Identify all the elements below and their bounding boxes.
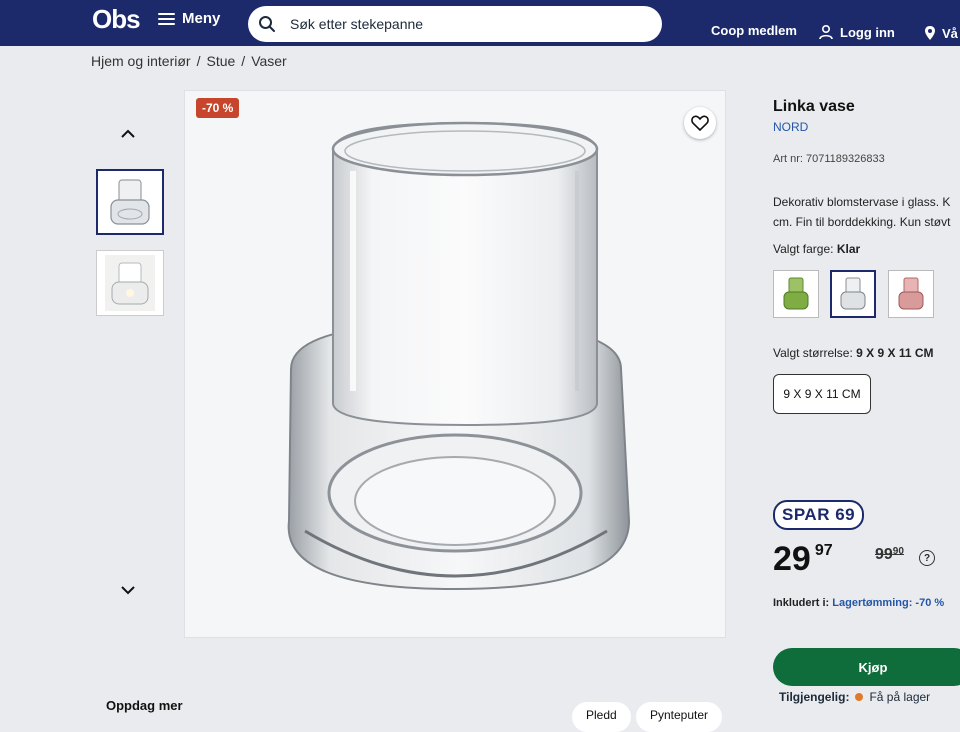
thumbnail-2[interactable]	[96, 250, 164, 316]
campaign-link[interactable]: Lagertømming: -70 %	[832, 597, 944, 609]
search-bar[interactable]	[248, 6, 662, 42]
price-main: 29	[773, 540, 811, 578]
stock-status-dot-icon	[855, 693, 864, 701]
description-line-2: cm. Fin til borddekking. Kun støvt	[773, 215, 951, 229]
coop-member-link[interactable]: Coop medlem	[711, 23, 797, 38]
discount-badge: -70 %	[196, 98, 240, 118]
product-name: Linka vase	[773, 98, 855, 115]
color-swatch-green[interactable]	[773, 270, 819, 318]
selected-size-label: Valgt størrelse: 9 X 9 X 11 CM	[773, 346, 934, 360]
color-swatch-clear[interactable]	[830, 270, 876, 318]
store-selector[interactable]: Vå	[924, 25, 958, 41]
discover-more-heading: Oppdag mer	[106, 698, 183, 713]
store-label: Vå	[942, 25, 958, 41]
color-swatch-pink[interactable]	[888, 270, 934, 318]
obs-logo[interactable]: Obs	[92, 4, 141, 35]
buy-button[interactable]: Kjøp	[773, 648, 960, 686]
pink-vase-swatch-image	[898, 277, 924, 310]
thumbnail-down-button[interactable]	[115, 580, 141, 600]
vase-lifestyle-thumbnail-image	[105, 255, 155, 311]
favorite-button[interactable]	[684, 107, 716, 139]
breadcrumb-home[interactable]: Hjem og interiør	[91, 53, 191, 69]
search-icon	[259, 16, 275, 32]
availability-status: Tilgjengelig: Få på lager	[779, 690, 930, 704]
color-label-text: Valgt farge:	[773, 242, 834, 256]
clear-vase-swatch-image	[840, 277, 866, 310]
availability-label: Tilgjengelig:	[779, 690, 850, 704]
thumbnail-up-button[interactable]	[115, 124, 141, 144]
menu-label: Meny	[182, 10, 221, 27]
price-info-icon[interactable]: ?	[919, 550, 935, 566]
article-number: Art nr: 7071189326833	[773, 153, 885, 165]
breadcrumb-separator: /	[241, 53, 246, 69]
old-price-main: 99	[875, 546, 893, 563]
search-input[interactable]	[288, 15, 632, 33]
breadcrumb-stue[interactable]: Stue	[206, 53, 235, 69]
savings-badge: SPAR 69	[773, 500, 865, 530]
menu-button[interactable]: Meny	[158, 10, 220, 27]
old-price-cents: 90	[892, 546, 904, 557]
product-brand-link[interactable]: NORD	[773, 120, 960, 134]
login-label: Logg inn	[840, 24, 895, 40]
chevron-down-icon	[121, 586, 135, 595]
size-value: 9 X 9 X 11 CM	[856, 346, 934, 360]
green-vase-swatch-image	[783, 277, 809, 310]
main-product-image[interactable]	[184, 90, 726, 638]
location-pin-icon	[925, 26, 935, 40]
chevron-up-icon	[121, 129, 135, 138]
price-cents: 97	[814, 542, 833, 559]
chip-pledd[interactable]: Pledd	[572, 702, 631, 732]
description-line-1: Dekorativ blomstervase i glass. K	[773, 195, 951, 209]
chip-pynteputer[interactable]: Pynteputer	[636, 702, 723, 732]
heart-icon	[691, 115, 709, 131]
hamburger-icon	[158, 12, 175, 25]
current-price: 29 97	[773, 540, 833, 579]
vase-thumbnail-image	[110, 179, 150, 225]
included-in-campaign: Inkludert i: Lagertømming: -70 %	[773, 597, 944, 609]
user-icon	[819, 24, 833, 40]
login-button[interactable]: Logg inn	[818, 24, 895, 40]
original-price: 9990	[875, 546, 904, 564]
top-header: Obs Meny Coop medlem Logg inn Vå	[0, 0, 960, 46]
breadcrumb-vaser[interactable]: Vaser	[251, 53, 287, 69]
breadcrumb-separator: /	[196, 53, 201, 69]
glass-vase-image	[287, 121, 631, 591]
product-info-panel: Linka vase NORD Art nr: 7071189326833 De…	[773, 92, 960, 704]
breadcrumb: Hjem og interiør / Stue / Vaser	[91, 53, 287, 69]
color-value: Klar	[836, 242, 861, 256]
size-label-text: Valgt størrelse:	[773, 346, 853, 360]
selected-color-label: Valgt farge: Klar	[773, 242, 860, 256]
included-label: Inkludert i:	[773, 597, 830, 609]
size-option-button[interactable]: 9 X 9 X 11 CM	[773, 374, 871, 414]
product-description: Dekorativ blomstervase i glass. K cm. Fi…	[773, 192, 960, 232]
thumbnail-1[interactable]	[96, 169, 164, 235]
availability-value: Få på lager	[869, 690, 931, 704]
